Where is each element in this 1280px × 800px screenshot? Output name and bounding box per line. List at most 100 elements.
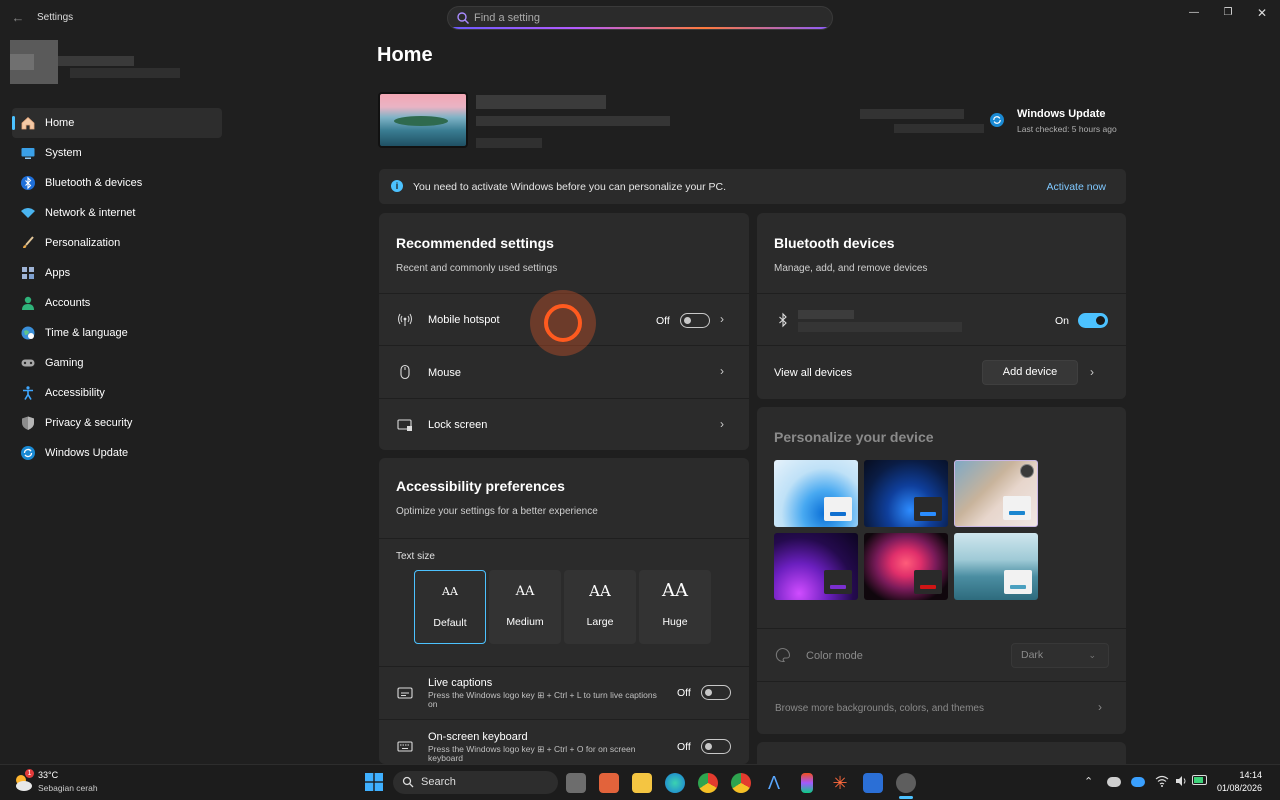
sidebar-item-network[interactable]: Network & internet [12, 198, 222, 228]
text-size-glyph: AA [589, 582, 611, 600]
lock-screen-row[interactable]: Lock screen › [379, 398, 749, 450]
system-icon [20, 145, 36, 161]
color-mode-dropdown[interactable]: Dark ⌄ [1011, 643, 1109, 668]
text-size-default[interactable]: AA Default [414, 570, 486, 644]
device-name-blurred [798, 310, 854, 319]
bluetooth-device-row[interactable]: On [757, 293, 1126, 345]
chevron-right-icon[interactable]: › [1090, 365, 1094, 379]
maximize-icon[interactable]: ❐ [1219, 6, 1237, 20]
browse-themes-row[interactable]: Browse more backgrounds, colors, and the… [757, 681, 1126, 734]
onedrive-icon[interactable] [1131, 777, 1145, 787]
windows-update-title[interactable]: Windows Update [1017, 108, 1106, 120]
row-description: Press the Windows logo key ⊞ + Ctrl + L … [428, 690, 657, 709]
brush-icon [20, 235, 36, 251]
weather-description: Sebagian cerah [38, 783, 98, 793]
theme-thumbnail-dark-bloom[interactable] [864, 460, 948, 527]
weather-icon[interactable]: 1 [12, 769, 34, 793]
wifi-icon[interactable] [1155, 774, 1169, 788]
mouse-icon [397, 364, 413, 380]
clock-date[interactable]: 01/08/2026 [1217, 783, 1262, 793]
palette-icon [775, 647, 791, 663]
volume-icon[interactable] [1175, 774, 1187, 788]
row-label: On-screen keyboard [428, 731, 528, 743]
bluetooth-toggle[interactable] [1078, 313, 1108, 328]
row-description: Press the Windows logo key ⊞ + Ctrl + O … [428, 744, 636, 763]
row-label: Live captions [428, 677, 493, 689]
onscreen-keyboard-row[interactable]: On-screen keyboard Press the Windows log… [379, 719, 749, 764]
clock-time[interactable]: 14:14 [1239, 770, 1262, 780]
activation-banner: i You need to activate Windows before yo… [379, 169, 1126, 204]
sidebar-item-home[interactable]: Home [12, 108, 222, 138]
back-arrow-icon[interactable]: ← [10, 10, 26, 26]
text-size-name: Medium [506, 616, 544, 628]
sidebar-item-label: Personalization [45, 237, 121, 249]
text-size-large[interactable]: AA Large [564, 570, 636, 644]
sidebar-item-label: Home [45, 117, 75, 129]
sidebar-item-apps[interactable]: Apps [12, 258, 222, 288]
sidebar-item-privacy[interactable]: Privacy & security [12, 408, 222, 438]
settings-taskbar-icon[interactable] [896, 773, 916, 793]
search-input[interactable] [474, 10, 814, 26]
chevron-right-icon: › [720, 312, 724, 326]
sidebar-item-label: Time & language [45, 327, 128, 339]
accessibility-preferences-card: Accessibility preferences Optimize your … [379, 458, 749, 764]
row-label: Mouse [428, 367, 462, 379]
pinned-app-icon[interactable] [863, 773, 883, 793]
wifi-icon [20, 205, 36, 221]
text-size-huge[interactable]: AA Huge [639, 570, 711, 644]
sidebar-item-windows-update[interactable]: Windows Update [12, 438, 222, 468]
notes-app-icon[interactable] [599, 773, 619, 793]
title-bar: ← Settings — ❐ ✕ [0, 0, 1280, 36]
card-title: Accessibility preferences [396, 478, 565, 494]
activate-now-link[interactable]: Activate now [1046, 181, 1106, 193]
battery-icon[interactable] [1192, 775, 1207, 785]
mobile-hotspot-toggle[interactable] [680, 313, 710, 328]
taskbar-search[interactable]: Search [393, 771, 558, 794]
sidebar-item-personalization[interactable]: Personalization [12, 228, 222, 258]
theme-thumbnail-captured-motion[interactable] [864, 533, 948, 600]
sidebar-item-label: System [45, 147, 82, 159]
claude-icon[interactable]: ✳ [830, 773, 850, 793]
chrome-profile-icon[interactable] [731, 773, 751, 793]
user-profile-blurred[interactable] [10, 40, 180, 92]
bluetooth-actions-row: View all devices Add device › [757, 345, 1126, 399]
sidebar-item-bluetooth[interactable]: Bluetooth & devices [12, 168, 222, 198]
task-view-icon[interactable] [566, 773, 586, 793]
file-explorer-icon[interactable] [632, 773, 652, 793]
arc-app-icon[interactable]: Λ [764, 773, 784, 793]
chevron-down-icon: ⌄ [1088, 650, 1096, 660]
live-captions-toggle[interactable] [701, 685, 731, 700]
info-icon: i [391, 180, 403, 192]
theme-thumbnail-glow[interactable] [774, 533, 858, 600]
sidebar-nav: Home System Bluetooth & devices Network … [12, 108, 222, 468]
toggle-state-label: Off [677, 687, 691, 699]
theme-thumbnail-flower[interactable] [954, 460, 1038, 527]
start-icon[interactable] [365, 773, 383, 791]
toggle-state-label: Off [677, 741, 691, 753]
sidebar-item-accounts[interactable]: Accounts [12, 288, 222, 318]
onscreen-keyboard-toggle[interactable] [701, 739, 731, 754]
chrome-icon[interactable] [698, 773, 718, 793]
close-icon[interactable]: ✕ [1253, 6, 1271, 20]
sidebar-item-accessibility[interactable]: Accessibility [12, 378, 222, 408]
toggle-state-label: Off [656, 315, 670, 327]
chevron-up-icon[interactable]: ⌃ [1084, 775, 1093, 788]
onedrive-personal-icon[interactable] [1107, 777, 1121, 787]
sidebar-item-gaming[interactable]: Gaming [12, 348, 222, 378]
live-captions-row[interactable]: Live captions Press the Windows logo key… [379, 666, 749, 719]
view-all-devices-link[interactable]: View all devices [774, 367, 852, 379]
edge-icon[interactable] [665, 773, 685, 793]
theme-thumbnail-flow[interactable] [954, 533, 1038, 600]
card-subtitle: Optimize your settings for a better expe… [396, 506, 598, 517]
text-size-glyph: AA [442, 585, 458, 598]
taskbar: 1 33°C Sebagian cerah Search Λ ✳ ⌃ 14:14… [0, 764, 1280, 800]
figma-icon[interactable] [801, 773, 813, 793]
minimize-icon[interactable]: — [1185, 6, 1203, 20]
sidebar-item-time-language[interactable]: Time & language [12, 318, 222, 348]
add-device-button[interactable]: Add device [982, 360, 1078, 385]
theme-thumbnail-light-bloom[interactable] [774, 460, 858, 527]
text-size-medium[interactable]: AA Medium [489, 570, 561, 644]
apps-icon [20, 265, 36, 281]
sidebar-item-system[interactable]: System [12, 138, 222, 168]
search-box[interactable] [447, 6, 833, 30]
